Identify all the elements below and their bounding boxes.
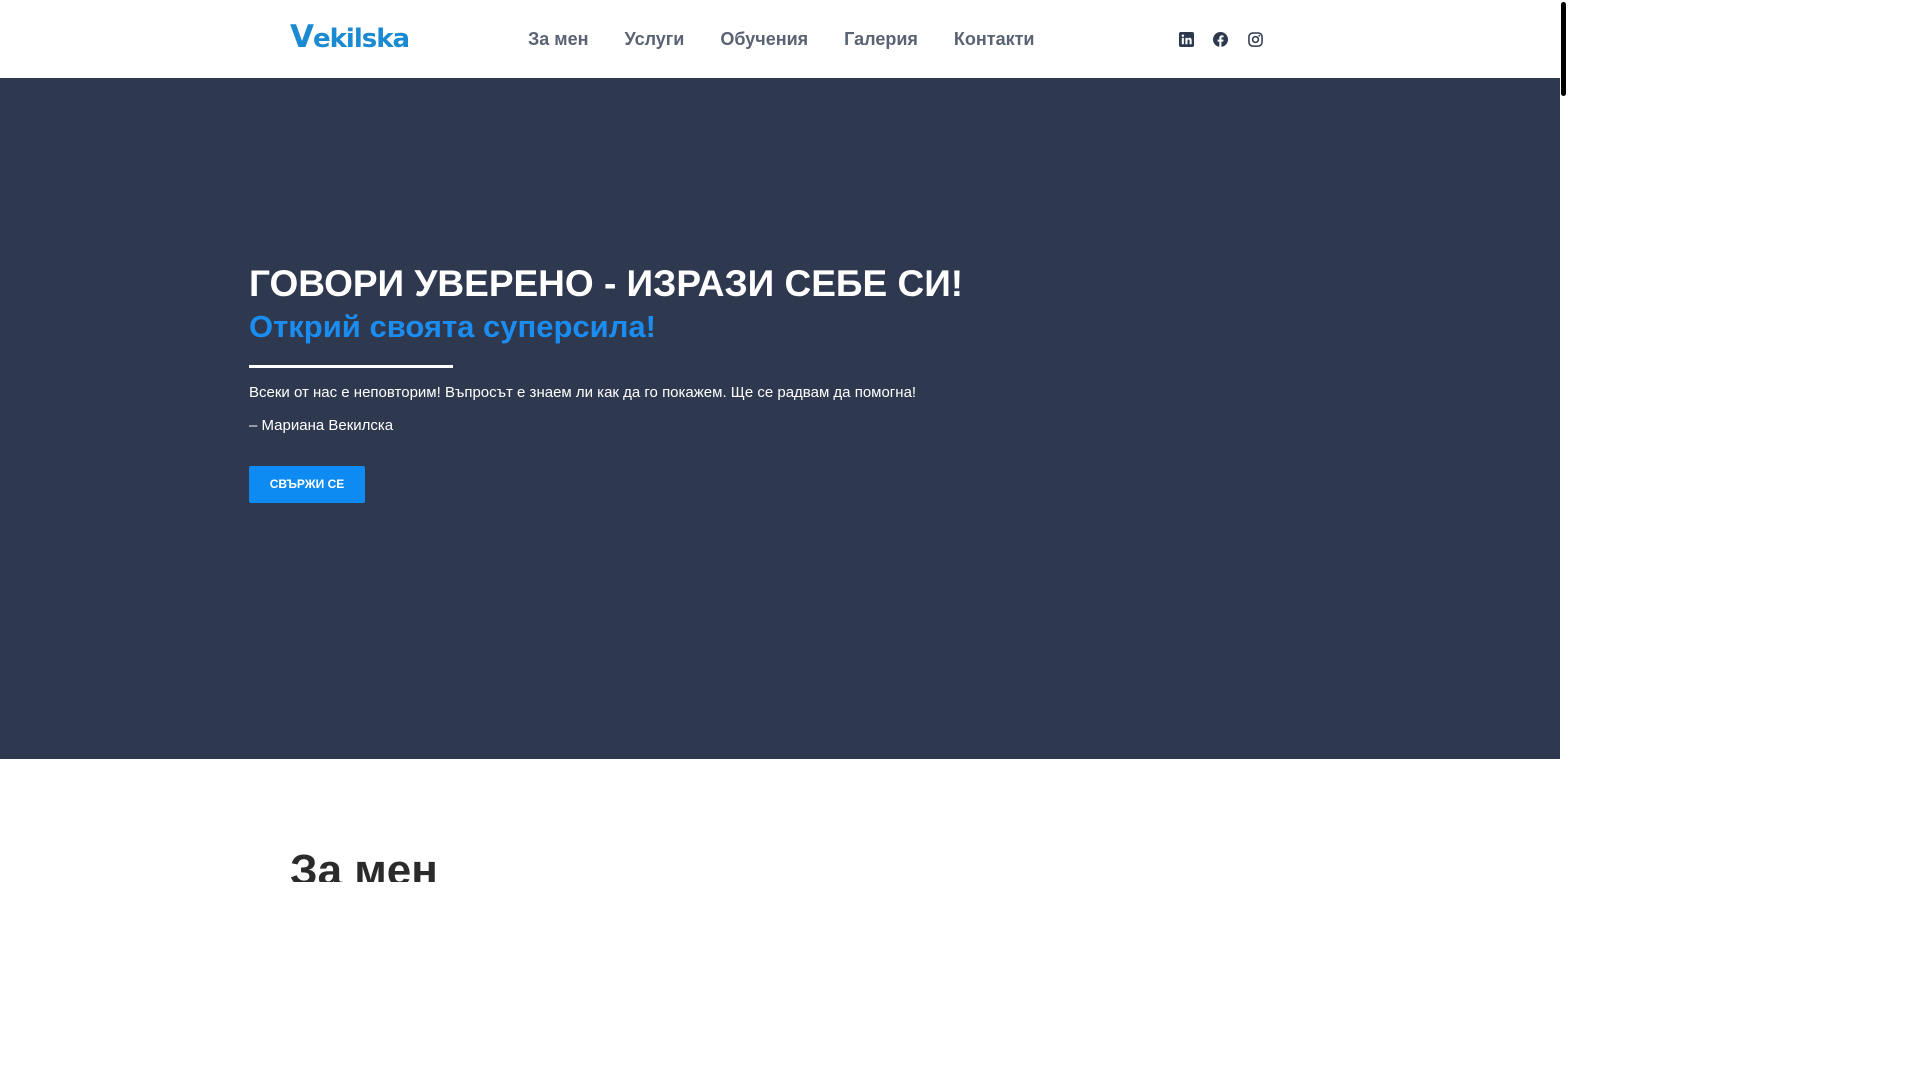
hero-divider: [249, 365, 453, 368]
facebook-icon[interactable]: [1211, 29, 1231, 49]
hero-text: Всеки от нас е неповторим! Въпросът е зн…: [249, 384, 917, 401]
about-heading: За мен: [290, 846, 438, 882]
scrollbar-thumb[interactable]: [1561, 2, 1566, 96]
hero-author: – Мариана Векилска: [249, 417, 394, 434]
page: Vekilska За мен Услуги Обучения Галерия …: [0, 0, 1568, 882]
nav-item-about[interactable]: За мен: [510, 0, 607, 78]
social-links: [1176, 29, 1280, 49]
linkedin-icon[interactable]: [1176, 29, 1196, 49]
site-logo[interactable]: Vekilska: [290, 19, 410, 56]
page-scrollbar[interactable]: [1560, 0, 1568, 882]
nav-item-services[interactable]: Услуги: [607, 0, 703, 78]
contact-button[interactable]: СВЪРЖИ СЕ: [249, 466, 365, 503]
nav-item-trainings[interactable]: Обучения: [702, 0, 826, 78]
hero-title: ГОВОРИ УВЕРЕНО - ИЗРАЗИ СЕБЕ СИ!: [249, 263, 964, 304]
logo-text: Vekilska: [290, 19, 410, 56]
site-header: Vekilska За мен Услуги Обучения Галерия …: [0, 0, 1560, 78]
logo-letter-v: V: [290, 19, 314, 55]
hero-subtitle: Открий своята суперсила!: [249, 309, 656, 344]
nav-item-contacts[interactable]: Контакти: [936, 0, 1053, 78]
instagram-icon[interactable]: [1245, 29, 1265, 49]
main-nav: За мен Услуги Обучения Галерия Контакти: [510, 0, 1052, 78]
logo-wordmark: ekilska: [313, 24, 410, 54]
hero-section: ГОВОРИ УВЕРЕНО - ИЗРАЗИ СЕБЕ СИ! Открий …: [0, 78, 1560, 759]
nav-item-gallery[interactable]: Галерия: [826, 0, 936, 78]
